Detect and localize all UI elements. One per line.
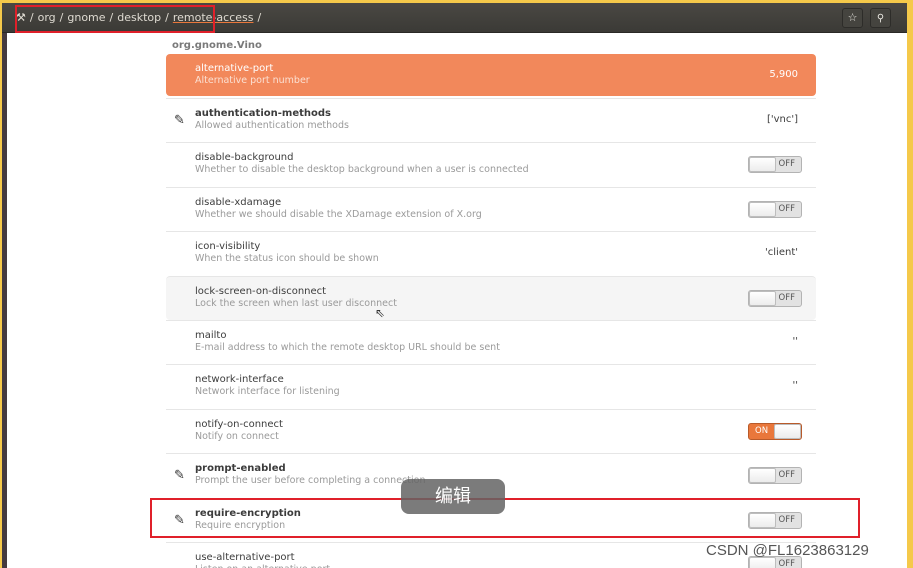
toggle-switch[interactable]: OFF bbox=[748, 156, 802, 174]
mouse-cursor-icon: ⇖ bbox=[375, 306, 386, 320]
search-button[interactable]: ⚲ bbox=[870, 8, 891, 28]
key-name: disable-background bbox=[195, 152, 294, 164]
toggle-switch[interactable]: OFF bbox=[748, 289, 802, 307]
switch-knob bbox=[749, 201, 776, 217]
key-description: Whether to disable the desktop backgroun… bbox=[195, 164, 529, 176]
key-row-mailto[interactable]: mailto E-mail address to which the remote… bbox=[166, 319, 816, 364]
key-name: disable-xdamage bbox=[195, 196, 282, 208]
key-description: Allowed authentication methods bbox=[195, 120, 349, 131]
key-name: use-alternative-port bbox=[195, 551, 295, 563]
pencil-icon: ✎ bbox=[174, 113, 185, 128]
bookmark-button[interactable]: ☆ bbox=[842, 8, 863, 28]
pencil-icon: ✎ bbox=[174, 468, 185, 484]
key-value: '' bbox=[792, 335, 799, 347]
key-value: '' bbox=[792, 380, 799, 392]
tooltip: 编辑 bbox=[401, 479, 505, 514]
key-row-notify-on-connect[interactable]: notify-on-connect Notify on connect ON bbox=[166, 408, 816, 453]
key-name: authentication-methods bbox=[195, 108, 331, 119]
highlight-box-breadcrumb bbox=[15, 5, 215, 33]
key-description: Prompt the user before completing a conn… bbox=[195, 475, 426, 487]
key-row-disable-background[interactable]: disable-background Whether to disable the… bbox=[166, 142, 816, 186]
key-name: lock-screen-on-disconnect bbox=[195, 285, 327, 297]
star-icon: ☆ bbox=[847, 11, 858, 24]
key-name: icon-visibility bbox=[195, 241, 261, 253]
key-name: notify-on-connect bbox=[195, 418, 283, 430]
key-value: ['vnc'] bbox=[766, 114, 798, 125]
toggle-switch[interactable]: ON bbox=[748, 422, 802, 440]
key-name: mailto bbox=[195, 329, 227, 341]
key-name: network-interface bbox=[195, 374, 284, 386]
switch-knob bbox=[774, 423, 801, 439]
switch-label: OFF bbox=[778, 292, 795, 303]
key-description: Whether we should disable the XDamage ex… bbox=[195, 208, 482, 220]
switch-label: OFF bbox=[778, 203, 795, 214]
watermark: CSDN @FL1623863129 bbox=[706, 542, 869, 559]
toggle-switch[interactable]: OFF bbox=[748, 467, 802, 485]
key-name: prompt-enabled bbox=[195, 463, 286, 475]
key-description: Alternative port number bbox=[195, 75, 310, 86]
key-name: alternative-port bbox=[195, 63, 274, 74]
switch-knob bbox=[749, 290, 776, 306]
key-row-disable-xdamage[interactable]: disable-xdamage Whether we should disable… bbox=[166, 186, 816, 231]
schema-label: org.gnome.Vino bbox=[172, 40, 262, 51]
search-icon: ⚲ bbox=[876, 13, 885, 24]
switch-knob bbox=[749, 157, 776, 173]
key-value: 'client' bbox=[765, 247, 798, 259]
switch-label: OFF bbox=[778, 558, 795, 568]
key-description: Listen on an alternative port bbox=[195, 564, 330, 568]
key-description: E-mail address to which the remote deskt… bbox=[195, 341, 500, 353]
key-description: Notify on connect bbox=[195, 430, 279, 442]
key-row-lock-screen-on-disconnect[interactable]: lock-screen-on-disconnect Lock the screen… bbox=[166, 275, 816, 320]
highlight-box-require-encryption bbox=[150, 498, 860, 538]
key-row-network-interface[interactable]: network-interface Network interface for l… bbox=[166, 364, 816, 408]
separator: / bbox=[257, 11, 262, 24]
switch-knob bbox=[749, 468, 776, 484]
key-description: Network interface for listening bbox=[195, 386, 340, 398]
key-row-authentication-methods[interactable]: ✎ authentication-methods Allowed authentic… bbox=[166, 98, 816, 142]
key-description: Lock the screen when last user disconnec… bbox=[195, 297, 397, 309]
switch-label: OFF bbox=[778, 159, 795, 170]
key-row-alternative-port[interactable]: alternative-port Alternative port number 5… bbox=[166, 54, 816, 96]
switch-label: ON bbox=[755, 425, 769, 436]
key-row-icon-visibility[interactable]: icon-visibility When the status icon shou… bbox=[166, 231, 816, 275]
switch-label: OFF bbox=[778, 470, 795, 481]
left-edge bbox=[2, 33, 7, 568]
toggle-switch[interactable]: OFF bbox=[748, 200, 802, 218]
key-description: When the status icon should be shown bbox=[195, 253, 379, 265]
key-value: 5,900 bbox=[769, 69, 798, 80]
